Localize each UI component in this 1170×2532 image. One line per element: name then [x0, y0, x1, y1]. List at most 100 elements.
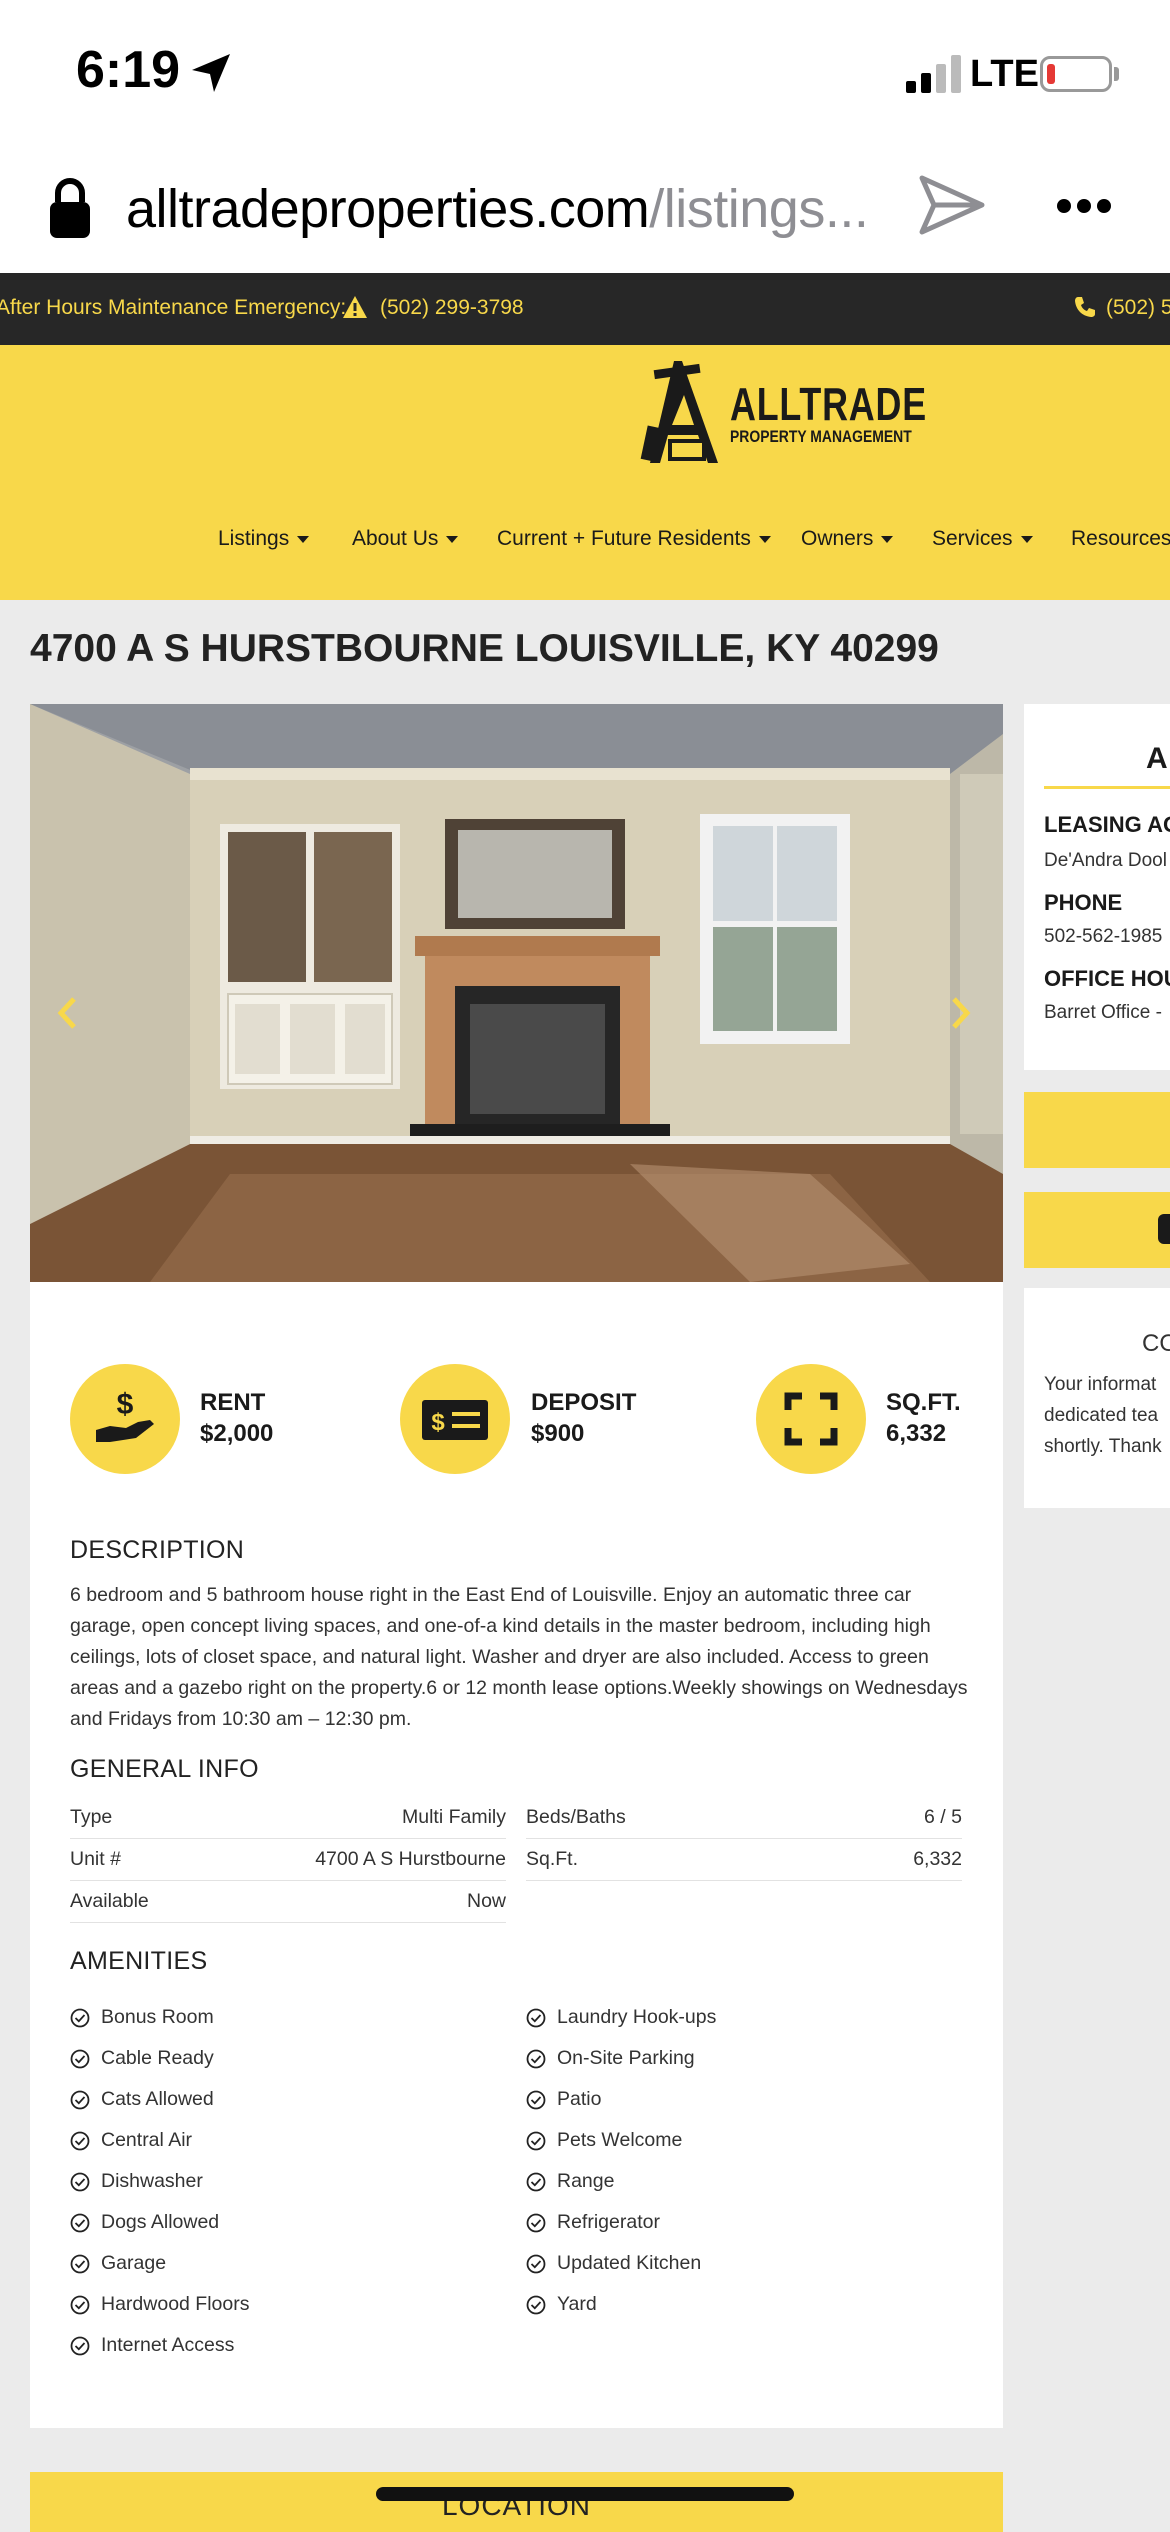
nav-resources[interactable]: Resources	[1071, 527, 1170, 551]
rent-label: RENT	[200, 1389, 266, 1416]
svg-text:$: $	[117, 1388, 134, 1421]
sqft-label: SQ.FT.	[886, 1389, 961, 1416]
amenity-label: Dogs Allowed	[101, 2211, 220, 2233]
check-circle-icon	[70, 2172, 90, 2192]
contact-text-line: shortly. Thank	[1044, 1436, 1162, 1457]
nav-owners[interactable]: Owners	[801, 527, 894, 551]
battery-icon	[1040, 56, 1112, 92]
caret-down-icon	[758, 535, 771, 543]
carousel-prev-icon[interactable]	[56, 996, 78, 1030]
general-info-row: Sq.Ft. 6,332	[526, 1839, 962, 1881]
caret-down-icon	[446, 535, 459, 543]
status-bar: 6:19 LTE	[0, 0, 1170, 150]
info-value: 4700 A S Hurstbourne	[315, 1848, 506, 1870]
phone-label: PHONE	[1044, 890, 1123, 915]
amenities-heading: AMENITIES	[70, 1947, 208, 1975]
url-path: /listings...	[649, 179, 869, 239]
check-circle-icon	[526, 2213, 546, 2233]
check-circle-icon	[526, 2090, 546, 2110]
amenity-label: Hardwood Floors	[101, 2293, 250, 2315]
nav-residents[interactable]: Current + Future Residents	[497, 527, 771, 551]
nav-services[interactable]: Services	[932, 527, 1033, 551]
sidebar-action-button[interactable]	[1024, 1092, 1170, 1168]
general-info-row: Unit # 4700 A S Hurstbourne	[70, 1839, 506, 1881]
amenity-label: Refrigerator	[557, 2211, 660, 2233]
deposit-value: $900	[531, 1420, 585, 1447]
amenity-label: Pets Welcome	[557, 2129, 683, 2151]
network-type: LTE	[970, 53, 1039, 95]
contact-heading: CO	[1142, 1330, 1170, 1357]
svg-text:$: $	[431, 1409, 445, 1436]
expand-icon	[784, 1392, 838, 1446]
check-circle-icon	[70, 2336, 90, 2356]
nav-label: Resources	[1071, 527, 1170, 550]
check-circle-icon	[70, 2008, 90, 2028]
battery-tip	[1114, 67, 1119, 81]
emergency-phone-link[interactable]: (502) 299-3798	[380, 296, 524, 320]
caret-down-icon	[881, 535, 894, 543]
deposit-label: DEPOSIT	[531, 1389, 637, 1416]
nav-label: Current + Future Residents	[497, 527, 751, 550]
general-info-heading: GENERAL INFO	[70, 1755, 259, 1783]
button-icon	[1158, 1214, 1170, 1244]
general-info-row: Beds/Baths 6 / 5	[526, 1797, 962, 1839]
info-key: Type	[70, 1806, 113, 1828]
property-title: 4700 A S HURSTBOURNE LOUISVILLE, KY 4029…	[30, 627, 939, 670]
logo-subtitle: PROPERTY MANAGEMENT	[730, 427, 912, 446]
amenity-label: Laundry Hook-ups	[557, 2006, 717, 2028]
check-circle-icon	[70, 2295, 90, 2315]
battery-level	[1047, 64, 1055, 84]
property-photo[interactable]	[30, 704, 1003, 1282]
check-circle-icon	[526, 2172, 546, 2192]
info-value: Now	[466, 1890, 506, 1912]
amenity-label: Central Air	[101, 2129, 193, 2151]
more-options-icon[interactable]	[1056, 198, 1112, 214]
rent-value: $2,000	[200, 1420, 274, 1447]
check-circle-icon	[70, 2213, 90, 2233]
check-circle-icon	[526, 2254, 546, 2274]
lock-icon	[50, 178, 90, 238]
alltrade-logo-icon[interactable]	[640, 357, 724, 469]
amenity-label: Cats Allowed	[101, 2088, 214, 2110]
leasing-agent-name: De'Andra Dool	[1044, 850, 1167, 871]
office-phone-link[interactable]: (502) 5	[1106, 296, 1170, 320]
info-key: Unit #	[70, 1848, 121, 1870]
url-host: alltradeproperties.com	[126, 179, 650, 239]
check-circle-icon	[526, 2049, 546, 2069]
emergency-label: After Hours Maintenance Emergency:	[0, 296, 347, 319]
url-text[interactable]: alltradeproperties.com/listings...	[126, 178, 869, 240]
amenity-label: On-Site Parking	[557, 2047, 695, 2069]
contact-text-line: Your informat	[1044, 1374, 1157, 1395]
amenity-label: Updated Kitchen	[557, 2252, 702, 2274]
agent-phone[interactable]: 502-562-1985	[1044, 926, 1162, 948]
carousel-next-icon[interactable]	[950, 996, 972, 1030]
check-circle-icon	[70, 2090, 90, 2110]
agent-card: A LEASING AG De'Andra Dool PHONE 502-562…	[1024, 704, 1170, 1070]
info-value: 6,332	[913, 1848, 962, 1870]
nav-label: Owners	[801, 527, 874, 550]
site-header: ALLTRADE PROPERTY MANAGEMENT Listings Ab…	[0, 345, 1170, 600]
nav-listings[interactable]: Listings	[218, 527, 310, 551]
location-arrow-icon	[192, 54, 230, 92]
info-key: Available	[70, 1890, 149, 1912]
contact-text-line: dedicated tea	[1044, 1405, 1159, 1426]
description-heading: DESCRIPTION	[70, 1536, 245, 1564]
nav-about-us[interactable]: About Us	[352, 527, 459, 551]
share-icon[interactable]	[918, 174, 986, 236]
home-indicator[interactable]	[376, 2487, 794, 2501]
nav-label: Services	[932, 527, 1013, 550]
info-value: 6 / 5	[924, 1806, 962, 1828]
heading-underline	[1044, 786, 1170, 789]
status-time: 6:19	[76, 41, 181, 99]
amenity-label: Patio	[557, 2088, 602, 2110]
phone-icon	[1075, 297, 1095, 317]
sqft-value: 6,332	[886, 1420, 947, 1447]
browser-url-bar[interactable]: alltradeproperties.com/listings...	[0, 150, 1170, 273]
contact-card: CO Your informat dedicated tea shortly. …	[1024, 1288, 1170, 1508]
check-circle-icon	[70, 2131, 90, 2151]
leasing-agent-label: LEASING AG	[1044, 812, 1170, 837]
agent-card-heading: A	[1146, 742, 1168, 775]
office-hours: Barret Office -	[1044, 1002, 1162, 1023]
sidebar-action-button[interactable]	[1024, 1192, 1170, 1268]
warning-icon	[343, 296, 367, 318]
